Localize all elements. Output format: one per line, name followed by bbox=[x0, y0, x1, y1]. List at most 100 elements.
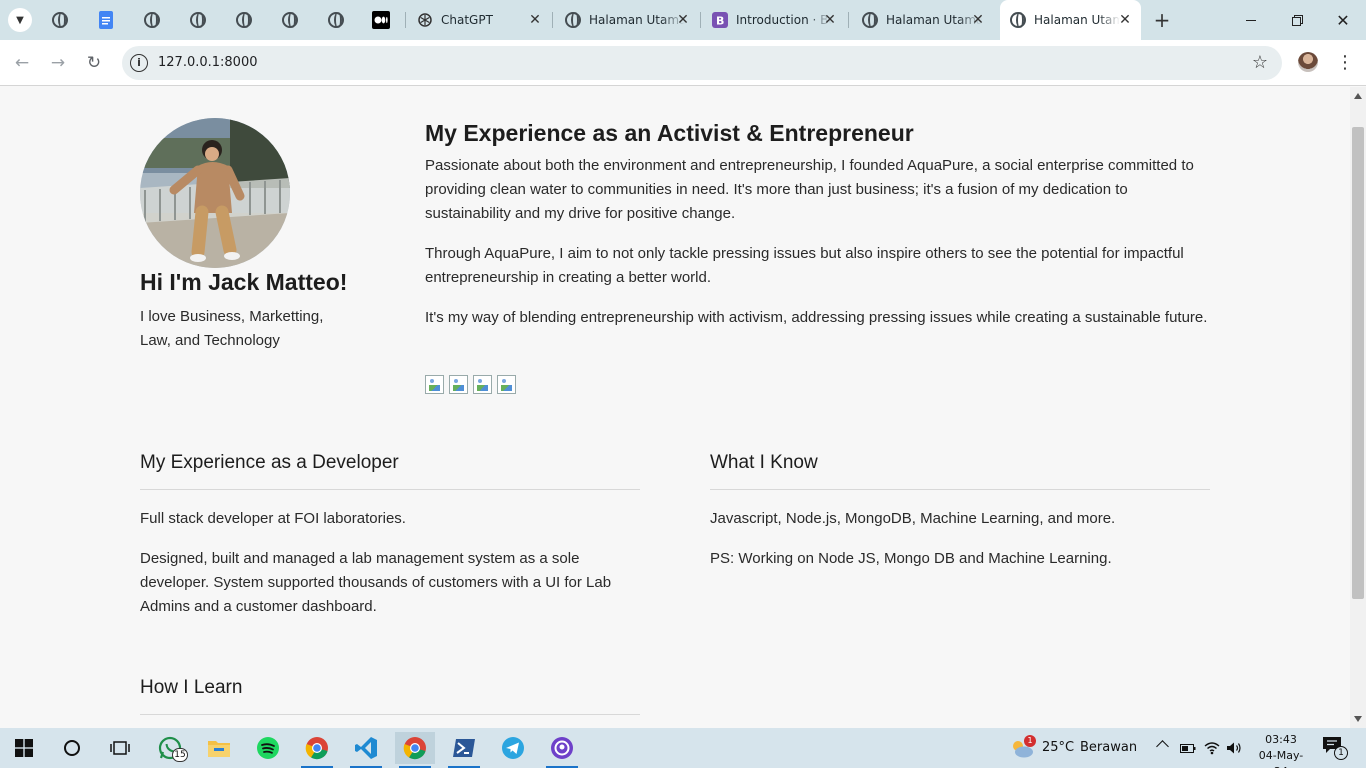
page-content: Hi I'm Jack Matteo! I love Business, Mar… bbox=[0, 87, 1350, 728]
back-button[interactable]: ← bbox=[10, 51, 34, 75]
profile-avatar[interactable] bbox=[1298, 52, 1318, 72]
battery-icon[interactable] bbox=[1180, 742, 1196, 754]
clock-time: 03:43 bbox=[1265, 733, 1297, 746]
taskbar-chrome-2[interactable] bbox=[395, 732, 435, 768]
close-tab-icon[interactable]: ✕ bbox=[675, 12, 691, 28]
tab-separator bbox=[700, 12, 701, 28]
hero-name: Hi I'm Jack Matteo! bbox=[140, 269, 348, 295]
reload-button[interactable]: ↻ bbox=[82, 51, 106, 75]
close-tab-icon[interactable]: ✕ bbox=[527, 12, 543, 28]
chatgpt-icon bbox=[417, 12, 433, 28]
close-tab-icon[interactable]: ✕ bbox=[822, 12, 838, 28]
scrollbar-thumb[interactable] bbox=[1352, 127, 1364, 599]
profile-photo bbox=[140, 118, 290, 268]
weather-badge: 1 bbox=[1024, 735, 1036, 747]
globe-icon bbox=[862, 12, 878, 28]
pinned-tab-globe-4[interactable] bbox=[235, 11, 253, 29]
volume-icon[interactable] bbox=[1226, 741, 1242, 755]
activist-paragraph-2: Through AquaPure, I aim to not only tack… bbox=[425, 245, 1184, 286]
tab-separator bbox=[552, 12, 553, 28]
tab-search-button[interactable]: ▼ bbox=[8, 8, 32, 32]
tab-title: Halaman Utama bbox=[1034, 13, 1120, 27]
what-i-know-paragraph-2: PS: Working on Node JS, Mongo DB and Mac… bbox=[710, 550, 1112, 567]
globe-icon bbox=[565, 12, 581, 28]
page-scrollbar[interactable] bbox=[1350, 87, 1366, 728]
taskbar-github-desktop[interactable] bbox=[542, 732, 582, 768]
chrome-icon bbox=[403, 737, 426, 760]
tab-halaman-utama-1[interactable]: Halaman Utama ✕ bbox=[565, 8, 691, 32]
broken-image-link-icon[interactable] bbox=[425, 375, 444, 394]
restore-icon bbox=[1291, 14, 1303, 26]
weather-text[interactable]: Berawan bbox=[1080, 740, 1137, 755]
pinned-tab-globe-1[interactable] bbox=[51, 11, 69, 29]
scroll-up-icon[interactable] bbox=[1354, 93, 1362, 99]
close-tab-icon[interactable]: ✕ bbox=[1117, 12, 1133, 28]
svg-text:B: B bbox=[716, 15, 724, 28]
task-view-icon bbox=[110, 741, 130, 755]
google-docs-icon bbox=[99, 11, 113, 29]
globe-icon bbox=[282, 12, 298, 28]
developer-paragraph-2: Designed, built and managed a lab manage… bbox=[140, 550, 612, 615]
browser-menu-icon[interactable]: ⋮ bbox=[1336, 51, 1354, 75]
activist-paragraph-3: It's my way of blending entrepreneurship… bbox=[425, 309, 1208, 326]
what-i-know-title: What I Know bbox=[710, 452, 818, 473]
new-tab-button[interactable]: + bbox=[1152, 10, 1172, 30]
globe-icon bbox=[52, 12, 68, 28]
forward-button[interactable]: → bbox=[46, 51, 70, 75]
tab-bootstrap-introduction[interactable]: B Introduction · Bootstrap ✕ bbox=[712, 8, 838, 32]
pinned-tab-globe-5[interactable] bbox=[281, 11, 299, 29]
minimize-icon bbox=[1246, 19, 1256, 21]
broken-image-link-icon[interactable] bbox=[473, 375, 492, 394]
globe-icon bbox=[1010, 12, 1026, 28]
hero-tagline: I love Business, Marketting, Law, and Te… bbox=[140, 308, 324, 349]
url-text[interactable]: 127.0.0.1:8000 bbox=[158, 55, 258, 70]
globe-icon bbox=[144, 12, 160, 28]
bootstrap-icon: B bbox=[712, 12, 728, 28]
system-clock[interactable]: 03:43 04-May-24 bbox=[1252, 732, 1310, 768]
tab-halaman-utama-2[interactable]: Halaman Utama ✕ bbox=[862, 8, 986, 32]
globe-icon bbox=[236, 12, 252, 28]
divider bbox=[140, 714, 640, 715]
wifi-icon[interactable] bbox=[1204, 741, 1220, 755]
broken-image-link-icon[interactable] bbox=[497, 375, 516, 394]
taskbar-powershell[interactable] bbox=[444, 732, 484, 768]
restore-button[interactable] bbox=[1282, 6, 1312, 34]
pinned-tab-globe-2[interactable] bbox=[143, 11, 161, 29]
search-button[interactable] bbox=[52, 732, 92, 764]
clock-date: 04-May-24 bbox=[1258, 749, 1304, 768]
pinned-tab-medium[interactable] bbox=[372, 11, 390, 29]
start-button[interactable] bbox=[4, 732, 44, 764]
taskbar-vscode[interactable] bbox=[346, 732, 386, 768]
site-info-icon[interactable]: i bbox=[130, 54, 148, 72]
taskbar-whatsapp[interactable]: 15 bbox=[150, 732, 190, 764]
windows-icon bbox=[15, 739, 33, 757]
pinned-tab-globe-6[interactable] bbox=[327, 11, 345, 29]
activist-paragraph-1: Passionate about both the environment an… bbox=[425, 157, 1194, 222]
whatsapp-unread-badge: 15 bbox=[172, 748, 188, 762]
taskbar-file-explorer[interactable] bbox=[199, 732, 239, 764]
close-tab-icon[interactable]: ✕ bbox=[970, 12, 986, 28]
scroll-down-icon[interactable] bbox=[1354, 716, 1362, 722]
search-circle-icon bbox=[64, 740, 80, 756]
close-window-button[interactable]: ✕ bbox=[1328, 6, 1358, 34]
minimize-button[interactable] bbox=[1236, 6, 1266, 34]
developer-section-title: My Experience as a Developer bbox=[140, 452, 399, 473]
address-bar[interactable]: i 127.0.0.1:8000 ☆ bbox=[122, 46, 1282, 80]
chrome-icon bbox=[305, 737, 328, 760]
pinned-tab-docs[interactable] bbox=[97, 11, 115, 29]
taskbar-telegram[interactable] bbox=[493, 732, 533, 764]
taskbar-spotify[interactable] bbox=[248, 732, 288, 764]
weather-widget-icon[interactable]: 1 bbox=[1004, 732, 1040, 764]
social-links bbox=[425, 375, 516, 394]
notification-center-button[interactable]: 1 bbox=[1322, 736, 1352, 762]
temperature-text[interactable]: 25°C bbox=[1042, 740, 1074, 755]
tab-chatgpt[interactable]: ChatGPT ✕ bbox=[417, 8, 543, 32]
broken-image-link-icon[interactable] bbox=[449, 375, 468, 394]
show-hidden-icons-chevron-icon[interactable] bbox=[1156, 740, 1169, 753]
taskbar-chrome-1[interactable] bbox=[297, 732, 337, 768]
pinned-tab-globe-3[interactable] bbox=[189, 11, 207, 29]
task-view-button[interactable] bbox=[100, 732, 140, 764]
bookmark-star-icon[interactable]: ☆ bbox=[1252, 52, 1268, 73]
tab-halaman-utama-active[interactable]: Halaman Utama ✕ bbox=[1000, 0, 1141, 40]
activist-section-title: My Experience as an Activist & Entrepren… bbox=[425, 120, 914, 146]
